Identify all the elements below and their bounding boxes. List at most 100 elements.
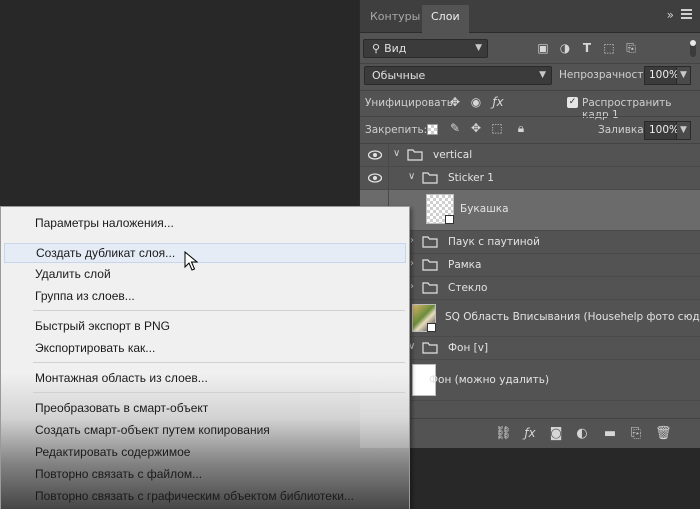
unify-visibility-icon[interactable]: ◉ [468,95,484,109]
layer-name: Фон [v] [448,342,489,354]
type-filter-icon[interactable]: T [579,40,595,56]
mouse-cursor-icon [184,251,198,271]
eye-icon[interactable] [368,149,382,161]
folder-icon [422,236,438,248]
fill-label: Заливка: [598,124,648,136]
new-layer-icon[interactable]: ⎘ [628,426,644,441]
layers-list: ∨ vertical ∨ Sticker 1 Букашка › Паук с … [360,144,700,417]
filter-toggle[interactable] [690,40,696,57]
opacity-input[interactable]: 100% [644,66,679,85]
unify-position-icon[interactable]: ✥ [447,95,463,109]
adjustment-filter-icon[interactable]: ◑ [557,40,573,56]
adjustment-layer-icon[interactable]: ◐ [574,426,590,441]
menu-item-duplicate-layer[interactable]: Создать дубликат слоя... [4,243,406,263]
menu-item-delete-layer[interactable]: Удалить слой [4,264,406,284]
divider [360,116,700,117]
propagate-checkbox[interactable]: ✓ [567,97,578,108]
smart-object-filter-icon[interactable]: ⎘ [623,40,639,56]
menu-item-blending-options[interactable]: Параметры наложения... [4,213,406,233]
chevron-down-icon[interactable]: ∨ [393,148,400,159]
link-icon[interactable]: ⛓ [495,426,512,441]
layer-row[interactable]: Фон (можно удалить) [360,360,700,401]
collapse-panel-icon[interactable]: » [667,8,674,22]
folder-icon [422,259,438,271]
layer-name: vertical [433,149,473,161]
fx-icon[interactable]: ƒx [522,426,538,440]
folder-icon [422,172,438,184]
lock-label: Закрепить: [365,124,428,136]
layer-thumbnail [412,304,436,332]
divider [360,90,700,91]
menu-item-group-from-layers[interactable]: Группа из слоев... [4,286,406,306]
layer-row[interactable]: › Рамка [360,254,700,277]
eye-icon[interactable] [368,172,382,184]
layer-filter-label: Вид [384,42,407,55]
new-group-icon[interactable]: ▬ [602,426,618,441]
layer-name: SQ Область Вписывания (Househelp фото сю… [445,311,700,323]
menu-item-artboard-from-layers[interactable]: Монтажная область из слоев... [4,368,406,388]
menu-item-quick-export-png[interactable]: Быстрый экспорт в PNG [4,316,406,336]
fill-input[interactable]: 100% [644,121,679,140]
chevron-right-icon[interactable]: › [410,281,414,292]
lock-pixels-icon[interactable]: ✎ [447,121,463,135]
divider [360,63,700,64]
layers-panel: Контуры Слои » ⚲ Вид ▼ ▣ ◑ T ⬚ ⎘ Обычные … [359,0,700,448]
chevron-down-icon: ▼ [539,70,546,80]
smart-object-badge-icon [427,323,436,332]
menu-item-export-as[interactable]: Экспортировать как... [4,338,406,358]
menu-item-edit-contents[interactable]: Редактировать содержимое [4,442,406,462]
tab-layers[interactable]: Слои [422,5,469,33]
menu-separator [33,392,405,393]
layer-row[interactable]: ∨ Фон [v] [360,337,700,360]
chevron-right-icon[interactable]: › [410,235,414,246]
layer-name: Sticker 1 [448,172,494,184]
menu-item-convert-to-smart-object[interactable]: Преобразовать в смарт-объект [4,398,406,418]
layer-context-menu: Параметры наложения... Создать дубликат … [0,206,410,509]
blend-mode-value: Обычные [372,69,426,82]
blend-mode-select[interactable]: Обычные ▼ [364,66,552,85]
folder-icon [422,342,438,354]
menu-item-relink-to-file[interactable]: Повторно связать с файлом... [4,464,406,484]
menu-separator [33,310,405,311]
search-icon: ⚲ [372,42,381,55]
layer-name: Букашка [460,203,509,215]
layer-row[interactable]: SQ Область Вписывания (Househelp фото сю… [360,300,700,337]
chevron-down-icon: ▼ [475,43,482,53]
folder-icon [407,149,423,161]
folder-icon [422,282,438,294]
panel-footer: ⛓ ƒx ◙ ◐ ▬ ⎘ 🗑︎ [360,418,700,448]
panel-tab-bar: Контуры Слои » [360,0,700,33]
layer-row[interactable]: ∨ Sticker 1 [360,167,700,190]
layer-name: Фон (можно удалить) [429,374,550,386]
tab-paths[interactable]: Контуры [361,5,429,33]
fill-dropdown-icon[interactable]: ▼ [677,121,691,140]
layer-name: Стекло [448,282,488,294]
image-filter-icon[interactable]: ▣ [535,40,551,56]
layer-thumbnail [426,194,454,224]
unify-style-icon[interactable]: ƒx [490,95,506,109]
menu-separator [33,362,405,363]
lock-all-icon[interactable]: 🔒︎ [513,121,529,136]
chevron-right-icon[interactable]: › [410,258,414,269]
layer-name: Рамка [448,259,482,271]
trash-icon[interactable]: 🗑︎ [655,426,672,441]
layer-row[interactable]: ∨ vertical [360,144,700,167]
menu-item-relink-to-library-graphic[interactable]: Повторно связать с графическим объектом … [4,486,406,506]
unify-label: Унифицировать: [365,97,457,109]
mask-icon[interactable]: ◙ [548,426,564,441]
lock-position-icon[interactable]: ✥ [468,121,484,135]
lock-artboard-icon[interactable]: ⬚ [489,121,505,135]
lock-transparency-icon[interactable] [427,124,438,135]
layer-filter-select[interactable]: ⚲ Вид ▼ [363,39,488,58]
shape-filter-icon[interactable]: ⬚ [601,40,617,56]
layer-row[interactable]: › Стекло [360,277,700,300]
chevron-down-icon[interactable]: ∨ [408,171,415,182]
layer-row[interactable]: › Паук с паутиной [360,231,700,254]
menu-item-new-smart-object-via-copy[interactable]: Создать смарт-объект путем копирования [4,420,406,440]
smart-object-badge-icon [445,215,454,224]
opacity-dropdown-icon[interactable]: ▼ [677,66,691,85]
propagate-label: Распространить кадр 1 [582,97,672,121]
panel-menu-icon[interactable] [681,9,692,21]
layer-name: Паук с паутиной [448,236,540,248]
layer-row-selected[interactable]: Букашка [360,190,700,231]
